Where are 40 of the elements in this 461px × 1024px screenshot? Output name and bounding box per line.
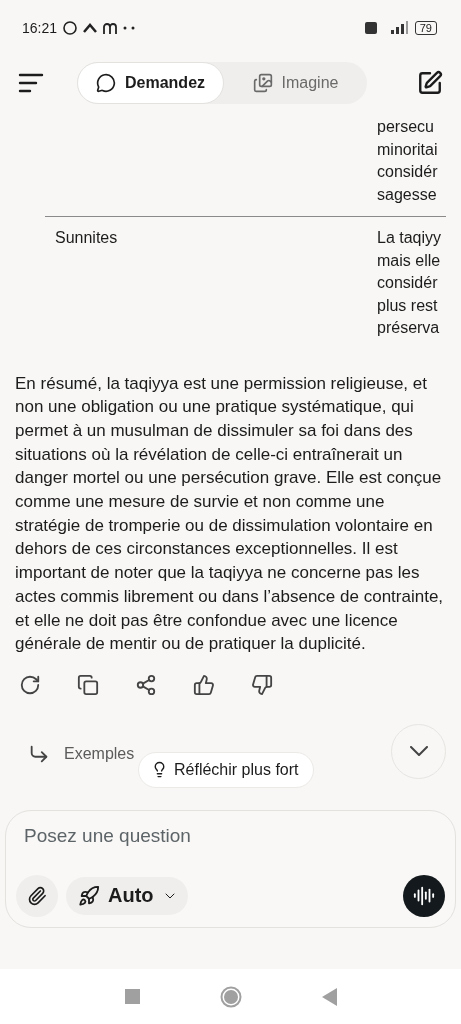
recents-icon[interactable] xyxy=(124,989,140,1004)
table-cell-text: préserva xyxy=(377,318,441,338)
images-icon xyxy=(252,72,273,93)
back-icon[interactable] xyxy=(321,987,337,1006)
signal-icon xyxy=(364,19,409,36)
menu-icon[interactable] xyxy=(18,71,44,94)
table-cell-text: La taqiyy xyxy=(377,228,443,248)
table-cell-text: mais elle xyxy=(377,250,442,271)
table-cell-text: Sunnites xyxy=(54,228,119,248)
mode-tab[interactable]: Imagine xyxy=(224,61,367,104)
think-harder-button[interactable]: Réfléchir plus fort xyxy=(138,751,314,788)
question-field[interactable]: Posez une question xyxy=(16,824,445,847)
sound-wave-icon xyxy=(413,884,435,907)
m-icon xyxy=(103,21,118,34)
follow-up-suggestion[interactable]: Exemples xyxy=(64,744,135,763)
dislike-icon[interactable] xyxy=(251,673,273,696)
home-icon[interactable] xyxy=(219,985,242,1008)
new-chat-icon[interactable] xyxy=(417,69,443,96)
like-icon[interactable] xyxy=(193,673,215,696)
table-cell-text: sagesse xyxy=(377,184,438,205)
table-cell-text: persecu xyxy=(377,117,435,137)
paperclip-icon xyxy=(27,885,47,906)
share-icon[interactable] xyxy=(135,673,157,696)
more-dots-icon xyxy=(123,25,136,30)
mode-dropdown[interactable]: Auto xyxy=(66,876,188,915)
copy-icon[interactable] xyxy=(77,673,99,696)
table-cell-text: plus rest xyxy=(377,295,439,316)
clock: 16:21 xyxy=(22,19,58,36)
table-cell-text: minoritai xyxy=(377,139,439,160)
voice-button[interactable] xyxy=(403,874,445,917)
chat-bubble-icon xyxy=(96,72,116,93)
mode-tab[interactable]: Demandez xyxy=(77,61,225,104)
table-cell-text: considér xyxy=(377,162,439,182)
battery-level: 79 xyxy=(414,20,437,35)
table-cell-text: considér xyxy=(377,273,439,293)
attach-button[interactable] xyxy=(16,874,58,917)
regenerate-icon[interactable] xyxy=(19,673,41,696)
chevron-down-icon xyxy=(409,746,428,757)
summary-paragraph: En résumé, la taqiyya est une permission religieuse, et non une obligation ou une pratique systématique, qui permet à un musulman de dissimuler sa foi dans des situations où la révélation de celle-ci entraînerait un danger mortel ou une persécution grave. Elle est conçue comme une mesure de survie et non comme une stratégie de tromperie ou de dissimulation volontaire en dehors de ces circonstances exceptionnelles. Il est important de noter que la taqiyya ne concerne pas les actes commis librement ou dans l’absence de contrainte, et elle ne doit pas être confondue avec une licence générale de mentir ou de pratiquer la duplicité. xyxy=(15,372,445,656)
rocket-icon xyxy=(78,884,100,907)
